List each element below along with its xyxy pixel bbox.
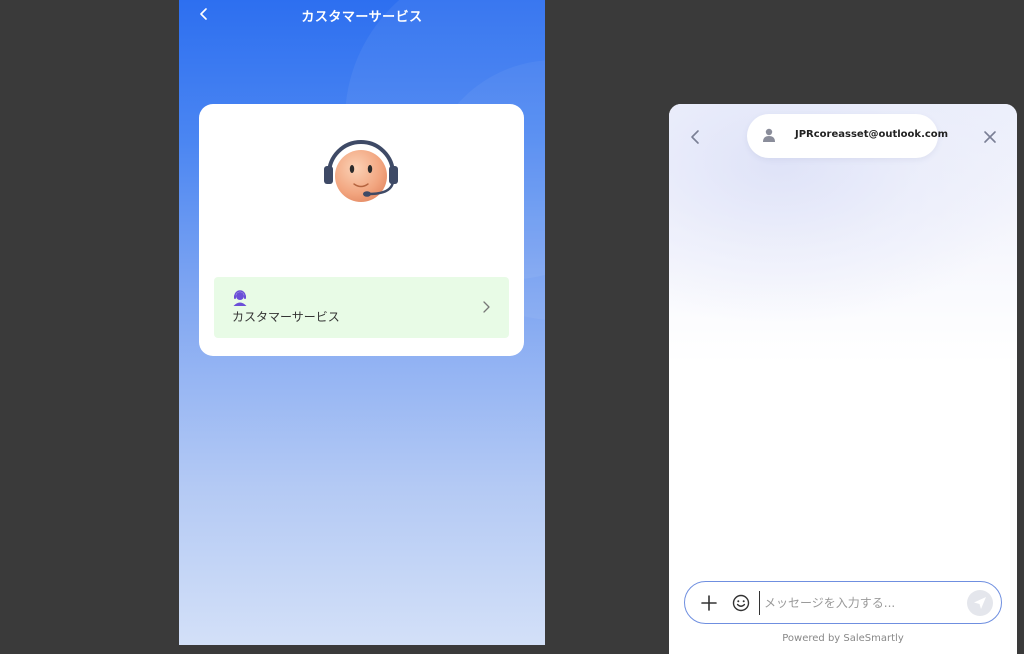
- powered-by: Powered by SaleSmartly: [782, 633, 904, 644]
- chat-close-button[interactable]: [981, 128, 999, 146]
- plus-icon: [701, 595, 717, 611]
- emoji-icon: [732, 594, 750, 612]
- chat-back-button[interactable]: [687, 128, 705, 146]
- back-button[interactable]: [195, 5, 213, 23]
- customer-service-page: カスタマーサービス カスタマーサービス: [179, 0, 545, 645]
- chevron-left-icon: [691, 130, 699, 144]
- chevron-right-icon: [483, 301, 490, 313]
- service-card: カスタマーサービス: [199, 104, 524, 356]
- attach-button[interactable]: [699, 593, 719, 613]
- page-header: カスタマーサービス: [179, 0, 545, 30]
- close-icon: [984, 131, 996, 143]
- user-icon: [763, 128, 775, 142]
- agent-info: JPRcoreasset@outlook.com: [747, 114, 948, 158]
- page-title: カスタマーサービス: [301, 9, 423, 25]
- send-icon: [974, 597, 986, 609]
- customer-service-label: カスタマーサービス: [232, 310, 340, 324]
- message-composer: [684, 581, 1002, 624]
- emoji-button[interactable]: [731, 593, 751, 613]
- chevron-left-icon: [200, 8, 207, 20]
- customer-service-item[interactable]: カスタマーサービス: [214, 277, 509, 338]
- message-input[interactable]: [759, 591, 959, 615]
- support-agent-icon: [233, 290, 247, 306]
- chat-widget: JPRcoreasset@outlook.com Powered: [669, 104, 1017, 654]
- send-button[interactable]: [967, 590, 993, 616]
- agent-email: JPRcoreasset@outlook.com: [795, 129, 949, 140]
- headset-agent-avatar: [321, 138, 401, 208]
